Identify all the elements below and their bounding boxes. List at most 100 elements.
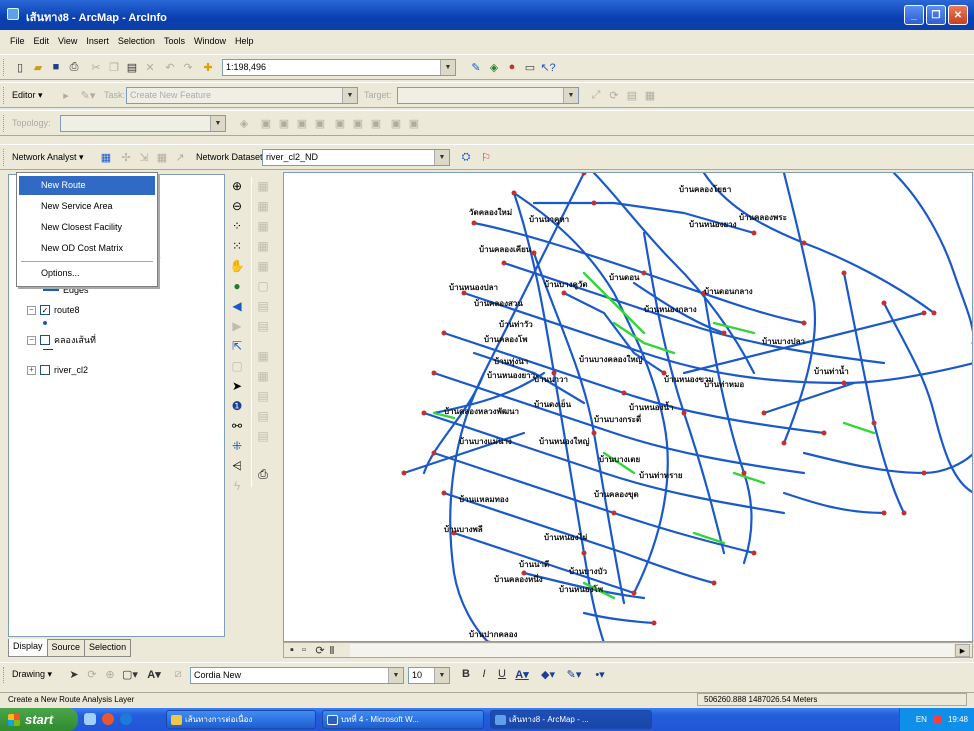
print-icon[interactable]: ⎙ — [66, 59, 82, 75]
measure-icon[interactable]: ⩤ — [228, 457, 246, 475]
delete-icon[interactable]: ✕ — [142, 59, 158, 75]
command-line-icon[interactable]: ▭ — [522, 59, 538, 75]
layout-whole-page-icon[interactable]: ▦ — [254, 237, 272, 255]
network-analyst-menu[interactable]: Network Analyst ▾ — [12, 152, 84, 163]
show-desktop-icon[interactable] — [84, 713, 96, 725]
chevron-down-icon[interactable]: ▼ — [434, 150, 449, 165]
scale-combo[interactable]: 1:198,496 ▼ — [222, 59, 456, 76]
layout-back-icon[interactable]: ▤ — [254, 297, 272, 315]
select-location-icon[interactable]: ⇲ — [136, 149, 152, 165]
toc-layer-route8[interactable]: − ✓ route8 — [27, 305, 80, 315]
error-inspector-icon[interactable]: ▣ — [406, 115, 422, 131]
pause-drawing-icon[interactable]: Ⅱ — [326, 643, 338, 657]
maximize-button[interactable]: ❐ — [926, 5, 946, 25]
menu-new-od-cost-matrix[interactable]: New OD Cost Matrix — [19, 239, 155, 258]
build-network-icon[interactable]: ⛭ — [458, 149, 474, 165]
tab-source[interactable]: Source — [46, 639, 86, 657]
chevron-down-icon[interactable]: ▼ — [563, 88, 578, 103]
identify-icon[interactable]: ❶ — [228, 397, 246, 415]
copy-icon[interactable]: ❐ — [106, 59, 122, 75]
whats-this-icon[interactable]: ↖? — [540, 59, 556, 75]
menu-new-route[interactable]: New Route — [19, 176, 155, 195]
chevron-down-icon[interactable]: ▼ — [434, 668, 449, 683]
italic-icon[interactable]: I — [476, 666, 492, 682]
open-icon[interactable]: ▰ — [30, 59, 46, 75]
media-player-icon[interactable] — [102, 713, 114, 725]
zoom-out-icon[interactable]: ⊖ — [228, 197, 246, 215]
add-data-icon[interactable]: ✚ — [200, 59, 216, 75]
bold-icon[interactable]: B — [458, 666, 474, 682]
font-color-icon[interactable]: A▾ — [514, 666, 530, 682]
data-view-icon[interactable]: ▪ — [286, 643, 298, 657]
sketch-properties-icon[interactable]: ▦ — [642, 87, 658, 103]
edit-vertices-icon[interactable]: ⧄ — [170, 666, 186, 682]
close-button[interactable]: ✕ — [948, 5, 968, 25]
minimize-button[interactable]: _ — [904, 5, 924, 25]
fixed-zoom-in-icon[interactable]: ⁘ — [228, 217, 246, 235]
target-combo[interactable]: ▼ — [397, 87, 579, 104]
layout-pan-icon[interactable]: ▦ — [254, 217, 272, 235]
select-features-icon[interactable]: ⇱ — [228, 337, 246, 355]
text-icon[interactable]: A▾ — [146, 666, 162, 682]
network-dataset-combo[interactable]: river_cl2_ND ▼ — [262, 149, 450, 166]
solve-icon[interactable]: ▦ — [154, 149, 170, 165]
marker-color-icon[interactable]: •▾ — [592, 666, 608, 682]
chevron-down-icon[interactable]: ▼ — [388, 668, 403, 683]
clear-selection-icon[interactable]: ▢ — [228, 357, 246, 375]
layout-change-icon[interactable]: ▤ — [254, 407, 272, 425]
create-location-icon[interactable]: ✢ — [118, 149, 134, 165]
rectangle-icon[interactable]: ▢▾ — [122, 666, 138, 682]
select-elements-icon[interactable]: ➤ — [66, 666, 82, 682]
map-topology-icon[interactable]: ◈ — [236, 115, 252, 131]
layout-view-icon[interactable]: ▫ — [298, 643, 310, 657]
font-combo[interactable]: Cordia New ▼ — [190, 667, 404, 684]
attributes-icon[interactable]: ▤ — [624, 87, 640, 103]
rotate-tool-icon[interactable]: ⟳ — [606, 87, 622, 103]
topology-validate-icon[interactable]: ▣ — [332, 115, 348, 131]
layout-100-icon[interactable]: ▢ — [254, 277, 272, 295]
task-combo[interactable]: Create New Feature ▼ — [126, 87, 358, 104]
undo-icon[interactable]: ↶ — [162, 59, 178, 75]
fixed-zoom-out-icon[interactable]: ⁙ — [228, 237, 246, 255]
layer-checkbox-checked[interactable]: ✓ — [40, 305, 50, 315]
layout-zoom-in-icon[interactable]: ▦ — [254, 177, 272, 195]
chevron-down-icon[interactable]: ▼ — [440, 60, 455, 75]
fill-color-icon[interactable]: ◆▾ — [540, 666, 556, 682]
rotate-icon[interactable]: ⟳ — [84, 666, 100, 682]
topology-shared-icon[interactable]: ▣ — [276, 115, 292, 131]
layout-wizard-icon[interactable]: ▤ — [254, 427, 272, 445]
find-icon[interactable]: ⚯ — [228, 417, 246, 435]
save-icon[interactable]: ■ — [48, 59, 64, 75]
tab-selection[interactable]: Selection — [84, 639, 132, 657]
toc-layer-river[interactable]: + river_cl2 — [27, 365, 88, 375]
new-document-icon[interactable]: ▯ — [12, 59, 28, 75]
layout-forward-icon[interactable]: ▤ — [254, 317, 272, 335]
font-size-combo[interactable]: 10 ▼ — [408, 667, 450, 684]
paste-icon[interactable]: ▤ — [124, 59, 140, 75]
network-analyst-window-icon[interactable]: ▦ — [98, 149, 114, 165]
network-identify-icon[interactable]: ⚐ — [478, 149, 494, 165]
internet-explorer-icon[interactable] — [120, 713, 132, 725]
layout-fixed-zoom-icon[interactable]: ▦ — [254, 257, 272, 275]
horizontal-scrollbar[interactable]: ▶ — [350, 644, 970, 657]
underline-icon[interactable]: U — [494, 666, 510, 682]
go-to-xy-icon[interactable]: ⁜ — [228, 437, 246, 455]
editor-toolbar-icon[interactable]: ✎ — [468, 59, 484, 75]
taskbar-item-arcmap[interactable]: เส้นทาง8 - ArcMap - ... — [490, 710, 652, 729]
expand-icon[interactable]: + — [27, 365, 36, 375]
menu-file[interactable]: File — [10, 36, 25, 46]
menu-insert[interactable]: Insert — [86, 36, 109, 46]
forward-extent-icon[interactable]: ▶ — [228, 317, 246, 335]
language-indicator[interactable]: EN — [916, 715, 927, 724]
directions-icon[interactable]: ↗ — [172, 149, 188, 165]
drawing-menu[interactable]: Drawing ▾ — [12, 669, 52, 680]
split-tool-icon[interactable]: ⤢ — [588, 87, 604, 103]
zoom-in-icon[interactable]: ⊕ — [228, 177, 246, 195]
taskbar-item-word[interactable]: บทที่ 4 - Microsoft W... — [322, 710, 484, 729]
arctoolbox-red-icon[interactable]: ● — [504, 59, 520, 75]
layer-checkbox[interactable] — [40, 365, 50, 375]
start-button[interactable]: start — [0, 708, 78, 731]
menu-options[interactable]: Options... — [19, 264, 155, 283]
pan-icon[interactable]: ✋ — [228, 257, 246, 275]
layout-print-icon[interactable]: ⎙ — [254, 465, 272, 483]
